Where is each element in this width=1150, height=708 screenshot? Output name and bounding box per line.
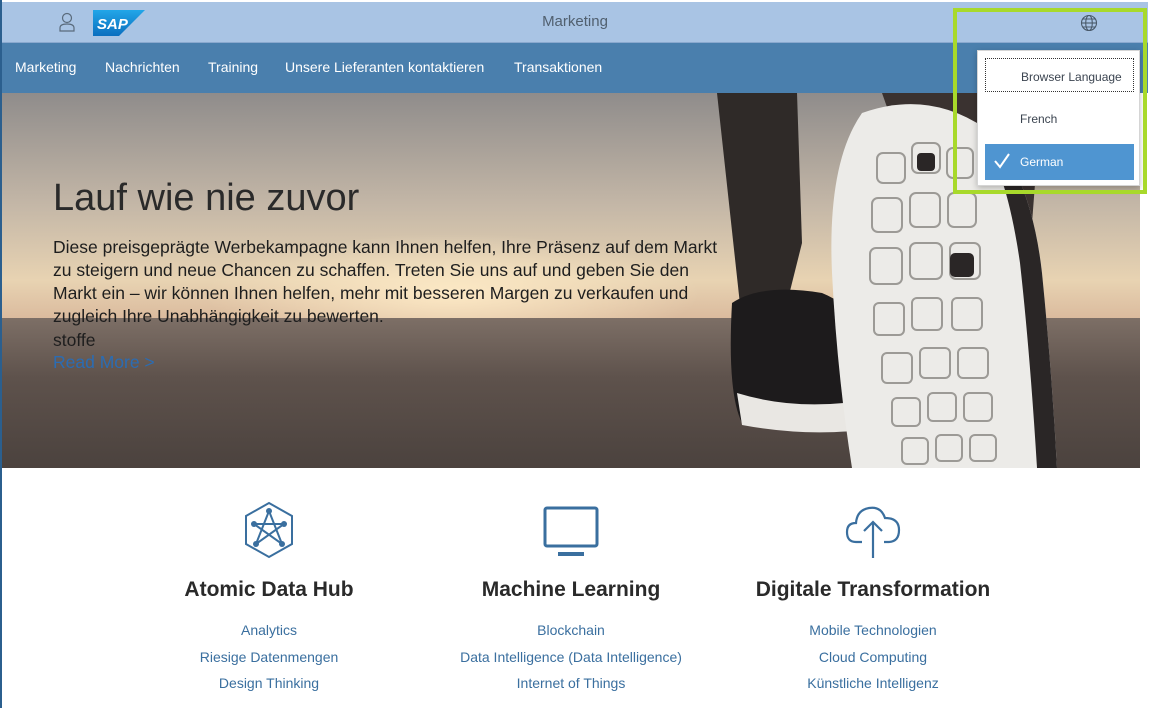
shell-bar: SAP Marketing (2, 2, 1148, 43)
language-option-german[interactable]: German (985, 144, 1134, 180)
shell-title: Marketing (542, 13, 608, 30)
hero-title: Lauf wie nie zuvor (53, 177, 360, 219)
monitor-icon (543, 506, 599, 556)
feature-machine-learning: Machine Learning Blockchain Data Intelli… (421, 500, 721, 691)
checkmark-icon (994, 153, 1010, 169)
feature-link[interactable]: Blockchain (421, 622, 721, 638)
feature-link[interactable]: Design Thinking (119, 675, 419, 691)
feature-title: Digitale Transformation (755, 578, 991, 601)
cloud-upload-icon (845, 506, 901, 558)
feature-title: Atomic Data Hub (184, 578, 354, 601)
feature-link[interactable]: Mobile Technologien (723, 622, 1023, 638)
feature-link[interactable]: Internet of Things (421, 675, 721, 691)
nav-item-training[interactable]: Training (208, 59, 258, 75)
feature-link[interactable]: Cloud Computing (723, 649, 1023, 665)
language-option-browser[interactable]: Browser Language (985, 58, 1134, 92)
feature-link[interactable]: Riesige Datenmengen (119, 649, 419, 665)
feature-atomic-data-hub: Atomic Data Hub Analytics Riesige Datenm… (119, 500, 419, 691)
language-option-label: Browser Language (1021, 70, 1122, 84)
hero-banner: Lauf wie nie zuvor Diese preisgeprägte W… (2, 93, 1140, 468)
feature-link[interactable]: Data Intelligence (Data Intelligence) (421, 649, 721, 665)
feature-link[interactable]: Künstliche Intelligenz (723, 675, 1023, 691)
hero-extra-text: stoffe (53, 330, 96, 350)
nav-item-transaktionen[interactable]: Transaktionen (514, 59, 602, 75)
feature-link[interactable]: Analytics (119, 622, 419, 638)
read-more-link[interactable]: Read More > (53, 352, 155, 373)
hero-description: Diese preisgeprägte Werbekampagne kann I… (53, 237, 718, 326)
language-dropdown: Browser Language French German (977, 50, 1140, 186)
language-option-label: German (1020, 155, 1064, 169)
language-option-french[interactable]: French (985, 101, 1134, 135)
atom-network-icon (245, 501, 293, 559)
nav-item-nachrichten[interactable]: Nachrichten (105, 59, 180, 75)
feature-title: Machine Learning (481, 578, 661, 601)
globe-icon[interactable] (1079, 13, 1099, 33)
language-option-label: French (1020, 112, 1058, 126)
feature-digitale-transformation: Digitale Transformation Mobile Technolog… (723, 500, 1023, 691)
nav-item-marketing[interactable]: Marketing (15, 59, 76, 75)
nav-item-lieferanten[interactable]: Unsere Lieferanten kontaktieren (285, 59, 484, 75)
